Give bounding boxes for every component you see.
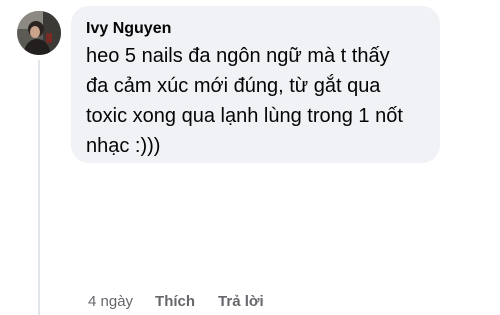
reply-button[interactable]: Trả lời — [218, 293, 264, 310]
avatar[interactable] — [17, 11, 61, 55]
thread-line — [38, 60, 40, 315]
comment-author[interactable]: Ivy Nguyen — [86, 19, 171, 39]
comment: Ivy Nguyen heo 5 nails đa ngôn ngữ mà t … — [0, 0, 500, 315]
comment-text: heo 5 nails đa ngôn ngữ mà t thấy đa cảm… — [86, 45, 403, 157]
comment-bubble: Ivy Nguyen heo 5 nails đa ngôn ngữ mà t … — [71, 6, 440, 163]
comment-timestamp[interactable]: 4 ngày — [88, 293, 133, 310]
comment-actions: 4 ngày Thích Trả lời — [88, 289, 264, 313]
like-button[interactable]: Thích — [155, 293, 195, 310]
